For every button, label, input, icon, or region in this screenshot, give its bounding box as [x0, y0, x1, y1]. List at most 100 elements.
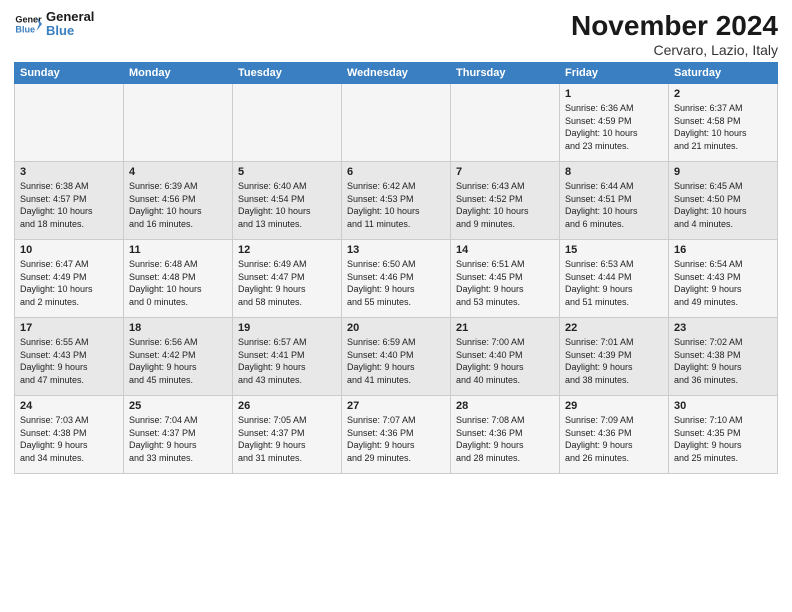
- logo-icon: General Blue: [14, 10, 42, 38]
- weekday-header-friday: Friday: [560, 63, 669, 84]
- main-container: General Blue General Blue November 2024 …: [0, 0, 792, 480]
- week-row-4: 17 Sunrise: 6:55 AM Sunset: 4:43 PM Dayli…: [15, 318, 778, 396]
- calendar-cell: 24 Sunrise: 7:03 AM Sunset: 4:38 PM Dayli…: [15, 396, 124, 474]
- day-info: Sunrise: 6:55 AM Sunset: 4:43 PM Dayligh…: [20, 336, 118, 386]
- day-info: Sunrise: 6:45 AM Sunset: 4:50 PM Dayligh…: [674, 180, 772, 230]
- calendar-cell: [15, 84, 124, 162]
- calendar-cell: 18Sunrise: 6:56 AM Sunset: 4:42 PM Dayli…: [124, 318, 233, 396]
- day-info: Sunrise: 6:37 AM Sunset: 4:58 PM Dayligh…: [674, 102, 772, 152]
- day-number: 22: [565, 322, 663, 334]
- day-number: 4: [129, 166, 227, 178]
- day-number: 24: [20, 400, 118, 412]
- day-number: 25: [129, 400, 227, 412]
- day-number: 12: [238, 244, 336, 256]
- day-number: 9: [674, 166, 772, 178]
- calendar-cell: 15 Sunrise: 6:53 AM Sunset: 4:44 PM Dayli…: [560, 240, 669, 318]
- day-info: Sunrise: 6:47 AM Sunset: 4:49 PM Dayligh…: [20, 258, 118, 308]
- day-info: Sunrise: 6:54 AM Sunset: 4:43 PM Dayligh…: [674, 258, 772, 308]
- calendar-cell: 5 Sunrise: 6:40 AM Sunset: 4:54 PM Daylig…: [233, 162, 342, 240]
- calendar-cell: 13Sunrise: 6:50 AM Sunset: 4:46 PM Dayli…: [342, 240, 451, 318]
- calendar-cell: 3 Sunrise: 6:38 AM Sunset: 4:57 PM Daylig…: [15, 162, 124, 240]
- calendar-cell: 29Sunrise: 7:09 AM Sunset: 4:36 PM Dayli…: [560, 396, 669, 474]
- day-info: Sunrise: 6:51 AM Sunset: 4:45 PM Dayligh…: [456, 258, 554, 308]
- calendar-cell: 21 Sunrise: 7:00 AM Sunset: 4:40 PM Dayli…: [451, 318, 560, 396]
- calendar-cell: 4 Sunrise: 6:39 AM Sunset: 4:56 PM Daylig…: [124, 162, 233, 240]
- day-number: 1: [565, 88, 663, 100]
- calendar-cell: [124, 84, 233, 162]
- day-info: Sunrise: 6:53 AM Sunset: 4:44 PM Dayligh…: [565, 258, 663, 308]
- day-number: 16: [674, 244, 772, 256]
- day-info: Sunrise: 6:59 AM Sunset: 4:40 PM Dayligh…: [347, 336, 445, 386]
- week-row-5: 24 Sunrise: 7:03 AM Sunset: 4:38 PM Dayli…: [15, 396, 778, 474]
- weekday-header-wednesday: Wednesday: [342, 63, 451, 84]
- title-block: November 2024 Cervaro, Lazio, Italy: [571, 10, 778, 58]
- day-info: Sunrise: 7:05 AM Sunset: 4:37 PM Dayligh…: [238, 414, 336, 464]
- calendar-cell: 14 Sunrise: 6:51 AM Sunset: 4:45 PM Dayli…: [451, 240, 560, 318]
- calendar-cell: 28Sunrise: 7:08 AM Sunset: 4:36 PM Dayli…: [451, 396, 560, 474]
- week-row-1: 1 Sunrise: 6:36 AM Sunset: 4:59 PM Daylig…: [15, 84, 778, 162]
- day-info: Sunrise: 7:02 AM Sunset: 4:38 PM Dayligh…: [674, 336, 772, 386]
- day-number: 29: [565, 400, 663, 412]
- calendar-table: SundayMondayTuesdayWednesdayThursdayFrid…: [14, 62, 778, 474]
- day-number: 20: [347, 322, 445, 334]
- day-number: 15: [565, 244, 663, 256]
- week-row-2: 3 Sunrise: 6:38 AM Sunset: 4:57 PM Daylig…: [15, 162, 778, 240]
- logo-line1: General: [46, 10, 94, 24]
- calendar-cell: 1 Sunrise: 6:36 AM Sunset: 4:59 PM Daylig…: [560, 84, 669, 162]
- day-number: 3: [20, 166, 118, 178]
- calendar-cell: 10 Sunrise: 6:47 AM Sunset: 4:49 PM Dayli…: [15, 240, 124, 318]
- weekday-header-row: SundayMondayTuesdayWednesdayThursdayFrid…: [15, 63, 778, 84]
- day-info: Sunrise: 7:01 AM Sunset: 4:39 PM Dayligh…: [565, 336, 663, 386]
- calendar-cell: [451, 84, 560, 162]
- logo: General Blue General Blue: [14, 10, 94, 39]
- day-info: Sunrise: 7:03 AM Sunset: 4:38 PM Dayligh…: [20, 414, 118, 464]
- day-info: Sunrise: 7:00 AM Sunset: 4:40 PM Dayligh…: [456, 336, 554, 386]
- header-row: General Blue General Blue November 2024 …: [14, 10, 778, 58]
- weekday-header-monday: Monday: [124, 63, 233, 84]
- day-number: 13: [347, 244, 445, 256]
- calendar-cell: 23 Sunrise: 7:02 AM Sunset: 4:38 PM Dayli…: [669, 318, 778, 396]
- calendar-cell: [342, 84, 451, 162]
- calendar-cell: 19 Sunrise: 6:57 AM Sunset: 4:41 PM Dayli…: [233, 318, 342, 396]
- day-number: 19: [238, 322, 336, 334]
- day-number: 17: [20, 322, 118, 334]
- day-info: Sunrise: 6:56 AM Sunset: 4:42 PM Dayligh…: [129, 336, 227, 386]
- day-info: Sunrise: 6:57 AM Sunset: 4:41 PM Dayligh…: [238, 336, 336, 386]
- day-info: Sunrise: 6:39 AM Sunset: 4:56 PM Dayligh…: [129, 180, 227, 230]
- weekday-header-thursday: Thursday: [451, 63, 560, 84]
- day-info: Sunrise: 6:48 AM Sunset: 4:48 PM Dayligh…: [129, 258, 227, 308]
- logo-line2: Blue: [46, 24, 94, 38]
- day-number: 14: [456, 244, 554, 256]
- day-number: 28: [456, 400, 554, 412]
- calendar-cell: 26 Sunrise: 7:05 AM Sunset: 4:37 PM Dayli…: [233, 396, 342, 474]
- day-info: Sunrise: 6:49 AM Sunset: 4:47 PM Dayligh…: [238, 258, 336, 308]
- calendar-cell: 11 Sunrise: 6:48 AM Sunset: 4:48 PM Dayli…: [124, 240, 233, 318]
- day-number: 11: [129, 244, 227, 256]
- calendar-cell: 12 Sunrise: 6:49 AM Sunset: 4:47 PM Dayli…: [233, 240, 342, 318]
- calendar-cell: 9 Sunrise: 6:45 AM Sunset: 4:50 PM Daylig…: [669, 162, 778, 240]
- day-info: Sunrise: 6:36 AM Sunset: 4:59 PM Dayligh…: [565, 102, 663, 152]
- day-number: 30: [674, 400, 772, 412]
- day-number: 8: [565, 166, 663, 178]
- day-number: 2: [674, 88, 772, 100]
- day-info: Sunrise: 6:43 AM Sunset: 4:52 PM Dayligh…: [456, 180, 554, 230]
- day-number: 27: [347, 400, 445, 412]
- day-number: 10: [20, 244, 118, 256]
- day-number: 5: [238, 166, 336, 178]
- day-number: 6: [347, 166, 445, 178]
- day-info: Sunrise: 7:04 AM Sunset: 4:37 PM Dayligh…: [129, 414, 227, 464]
- day-number: 26: [238, 400, 336, 412]
- calendar-cell: 30Sunrise: 7:10 AM Sunset: 4:35 PM Dayli…: [669, 396, 778, 474]
- weekday-header-tuesday: Tuesday: [233, 63, 342, 84]
- day-info: Sunrise: 6:42 AM Sunset: 4:53 PM Dayligh…: [347, 180, 445, 230]
- calendar-cell: 22 Sunrise: 7:01 AM Sunset: 4:39 PM Dayli…: [560, 318, 669, 396]
- day-info: Sunrise: 6:40 AM Sunset: 4:54 PM Dayligh…: [238, 180, 336, 230]
- day-info: Sunrise: 7:07 AM Sunset: 4:36 PM Dayligh…: [347, 414, 445, 464]
- day-info: Sunrise: 6:44 AM Sunset: 4:51 PM Dayligh…: [565, 180, 663, 230]
- calendar-cell: 27 Sunrise: 7:07 AM Sunset: 4:36 PM Dayli…: [342, 396, 451, 474]
- day-number: 21: [456, 322, 554, 334]
- day-number: 23: [674, 322, 772, 334]
- calendar-cell: 20 Sunrise: 6:59 AM Sunset: 4:40 PM Dayli…: [342, 318, 451, 396]
- weekday-header-sunday: Sunday: [15, 63, 124, 84]
- day-info: Sunrise: 6:38 AM Sunset: 4:57 PM Dayligh…: [20, 180, 118, 230]
